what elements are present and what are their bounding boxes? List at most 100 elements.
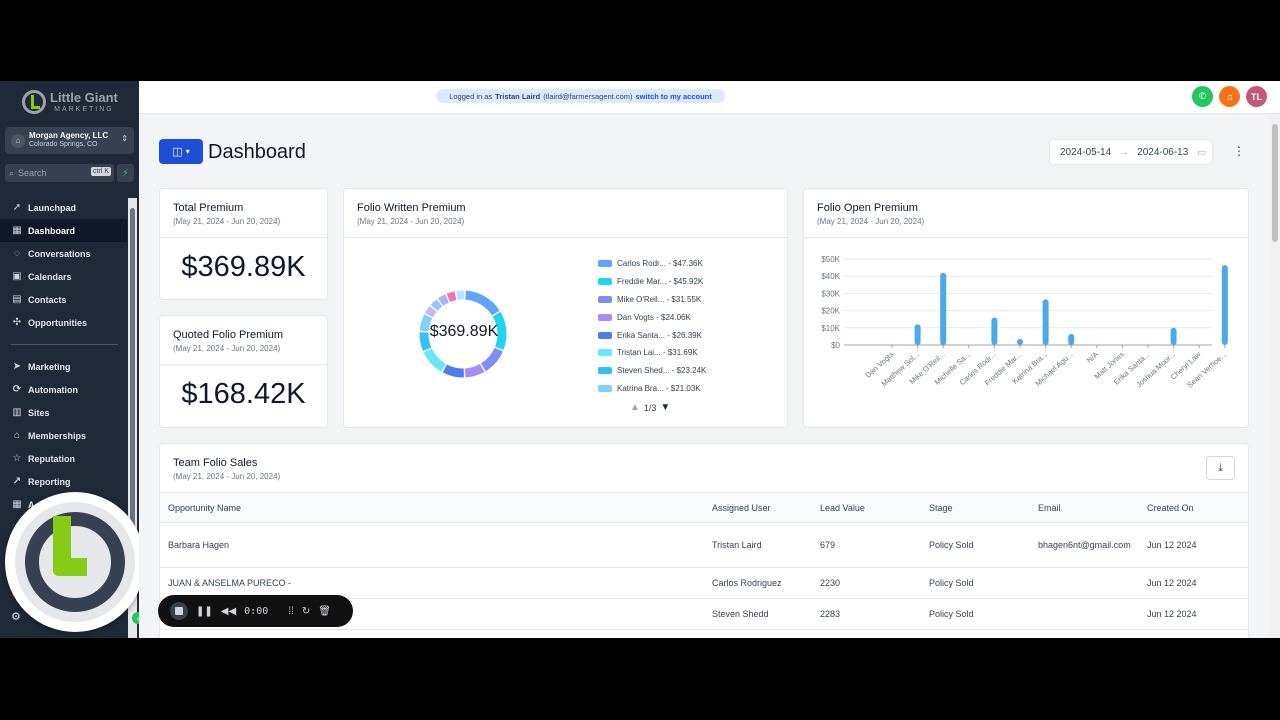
sidebar-item-reputation[interactable]: ☆ Reputation	[0, 447, 127, 470]
table-row[interactable]: JUAN & ANSELMA PURECO - Carlos Rodriguez 2…	[160, 567, 1248, 599]
account-switcher[interactable]: ⌂ Morgan Agency, LLC Colorado Springs, C…	[5, 127, 134, 154]
table-cell-created: Jun 12 2024	[1139, 567, 1248, 599]
column-header[interactable]: Lead Value	[812, 492, 921, 523]
legend-item[interactable]: Mike O'Reil... - $31.55K	[598, 291, 706, 309]
legend-item[interactable]: Tristan Lai... - $31.69K	[598, 344, 706, 362]
donut-slice-other[interactable]	[438, 294, 450, 306]
top-bar: Logged in as Tristan Laird (tlaird@farme…	[139, 81, 1280, 114]
donut-slice[interactable]	[465, 290, 500, 316]
sidebar-item-label: Marketing	[28, 361, 71, 372]
search-icon: ⌕	[9, 167, 15, 178]
phone-icon[interactable]: ✆	[1192, 86, 1213, 107]
restart-icon[interactable]: ↻	[302, 606, 310, 617]
sidebar-item-conversations[interactable]: ◌ Conversations	[0, 242, 127, 265]
legend-item[interactable]: Freddie Mar... - $45.92K	[598, 273, 706, 291]
bar[interactable]	[914, 324, 921, 345]
sidebar-item-automation[interactable]: ⟳ Automation	[0, 378, 127, 401]
sidebar-item-opportunities[interactable]: ✣ Opportunities	[0, 311, 127, 334]
legend-swatch	[598, 313, 612, 321]
donut-slice[interactable]	[442, 364, 464, 378]
table-cell-name[interactable]: Barbara Hagen	[160, 522, 704, 568]
sidebar-item-memberships[interactable]: ⌂ Memberships	[0, 424, 127, 447]
main-scrollbar[interactable]	[1270, 114, 1280, 638]
star-icon: ☆	[12, 453, 22, 464]
pause-icon[interactable]: ❚❚	[196, 606, 213, 617]
table-cell-value: 679	[812, 522, 921, 568]
stop-recording-button[interactable]	[170, 602, 188, 620]
bar[interactable]	[940, 272, 947, 345]
donut-slice[interactable]	[480, 347, 503, 372]
sidebar-item-launchpad[interactable]: ➚ Launchpad	[0, 196, 127, 219]
table-cell-user: Tristan Laird	[704, 522, 812, 568]
column-header[interactable]: Stage	[921, 492, 1030, 523]
y-tick-label: $20K	[821, 307, 840, 316]
date-range-picker[interactable]: 2024-05-14 → 2024-06-13 ▭	[1049, 139, 1213, 165]
sidebar-item-reporting[interactable]: ↗ Reporting	[0, 470, 127, 493]
rocket-icon: ➚	[12, 202, 22, 213]
table-cell-email: bhagen6nt@gmail.com	[1030, 522, 1139, 568]
sidebar-item-label: Contacts	[28, 294, 67, 305]
donut-slice-other[interactable]	[424, 306, 437, 318]
donut-slice[interactable]	[464, 363, 485, 378]
chart-line-icon: ↗	[12, 476, 22, 487]
sites-icon: ▥	[12, 407, 22, 418]
bar[interactable]	[991, 317, 998, 345]
table-row[interactable]: Barbara Hagen Tristan Laird 679 Policy Sold…	[160, 522, 1248, 568]
y-tick-label: $10K	[821, 324, 840, 333]
brand-tagline: MARKETING	[54, 106, 114, 113]
more-options-icon[interactable]: ⋮	[1233, 144, 1245, 158]
grid-dots-icon[interactable]: ⁞⁞	[288, 606, 294, 617]
rewind-icon[interactable]: ◀◀	[221, 606, 236, 617]
table-cell-user: Carlos Rodriguez	[704, 567, 812, 599]
table-cell-created: Jun 12 2024	[1139, 598, 1248, 630]
pager-prev-icon[interactable]: ▲	[630, 402, 640, 413]
sidebar-item-label: Memberships	[28, 430, 87, 441]
screen-recorder-toolbar: ❚❚ ◀◀ 0:00 ⁞⁞ ↻ 🗑	[158, 595, 353, 627]
download-button[interactable]: ⤓	[1206, 456, 1235, 480]
settings-gear-icon[interactable]: ⚙	[11, 610, 21, 623]
table-cell-stage: Policy Sold	[921, 522, 1030, 568]
trash-icon[interactable]: 🗑	[318, 606, 331, 617]
avatar[interactable]: TL	[1246, 86, 1267, 107]
donut-slice-other[interactable]	[446, 291, 457, 303]
logged-user-name: Tristan Laird	[495, 91, 541, 101]
chevron-down-icon: ▾	[185, 147, 190, 156]
bell-icon[interactable]: ♫	[1219, 86, 1240, 107]
bar[interactable]	[1042, 299, 1049, 345]
sidebar-item-contacts[interactable]: ▤ Contacts	[0, 288, 127, 311]
bar[interactable]	[1170, 327, 1177, 345]
column-header[interactable]: Created On	[1139, 492, 1248, 523]
bar[interactable]	[1068, 333, 1075, 345]
legend-item[interactable]: Dan Vogts - $24.06K	[598, 308, 706, 326]
brand-logo[interactable]: Little Giant MARKETING	[22, 90, 118, 114]
legend-swatch	[598, 331, 612, 339]
sidebar-item-label: Launchpad	[28, 202, 77, 213]
column-header[interactable]: Assigned User	[704, 492, 812, 523]
legend-item[interactable]: Katrina Bra... - $21.03K	[598, 380, 706, 398]
sidebar-item-marketing[interactable]: ➤ Marketing	[0, 355, 127, 378]
quick-action-bolt-icon[interactable]: ⚡	[117, 164, 134, 182]
donut-slice[interactable]	[423, 348, 447, 372]
webcam-bubble[interactable]	[5, 492, 145, 632]
column-header[interactable]: Opportunity Name	[160, 492, 704, 523]
search-input[interactable]: ⌕ Search ctrl K	[5, 164, 114, 182]
sidebar-item-calendars[interactable]: ▣ Calendars	[0, 265, 127, 288]
brand-name: Little Giant	[50, 90, 118, 105]
bar[interactable]	[1017, 338, 1023, 345]
legend-item[interactable]: Steven Shed... - $23.24K	[598, 362, 706, 380]
legend-item[interactable]: Carlos Rodr... - $47.36K	[598, 255, 706, 273]
donut-slice-other[interactable]	[430, 299, 443, 311]
sidebar-item-sites[interactable]: ▥ Sites	[0, 401, 127, 424]
table-cell-name[interactable]: JUAN & ANSELMA PURECO -	[160, 567, 704, 599]
x-tick-label: N/A	[1085, 350, 1100, 365]
pager-next-icon[interactable]: ▼	[660, 402, 670, 413]
sidebar-item-dashboard[interactable]: ▦ Dashboard	[0, 219, 127, 242]
legend-item[interactable]: Erika Santa... - $26.39K	[598, 326, 706, 344]
total-premium-card: Total Premium (May 21, 2024 - Jun 20, 20…	[159, 188, 328, 300]
logged-user-email: (tlaird@farmersagent.com)	[543, 91, 633, 101]
bar[interactable]	[1221, 265, 1228, 345]
switch-account-link[interactable]: switch to my account	[636, 92, 712, 101]
column-header[interactable]: Email	[1030, 492, 1139, 523]
dashboard-switcher-button[interactable]: ◫ ▾	[159, 139, 203, 164]
table-cell-value: 2283	[812, 598, 921, 630]
